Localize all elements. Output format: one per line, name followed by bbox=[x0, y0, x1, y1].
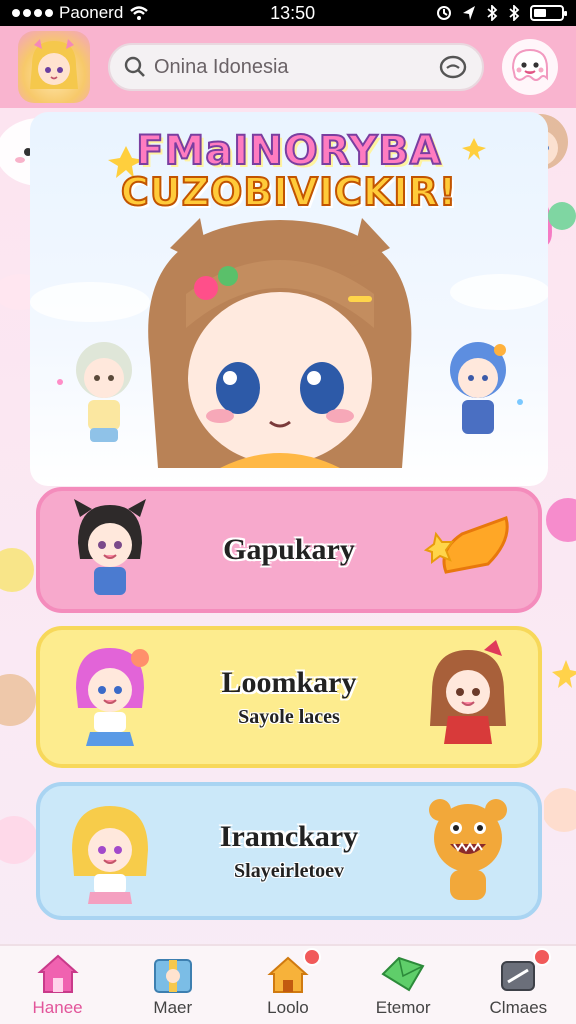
search-icon bbox=[124, 56, 145, 77]
voice-search-icon[interactable] bbox=[438, 54, 468, 80]
gift-icon bbox=[153, 959, 192, 993]
location-icon bbox=[462, 6, 475, 20]
avatar-girl-icon bbox=[30, 39, 78, 89]
card-subtitle: Sayole laces bbox=[238, 705, 340, 728]
notification-badge bbox=[533, 948, 552, 966]
nav-label: Hanee bbox=[32, 998, 83, 1017]
status-right bbox=[436, 5, 567, 21]
nav-item-etemor[interactable]: Etemor bbox=[348, 952, 458, 1018]
main-chibi-girl-illustration bbox=[148, 218, 412, 468]
carrier-name: Paonerd bbox=[59, 3, 124, 22]
card-text-iramckary: Iramckary Slayeirletoev bbox=[160, 820, 418, 883]
chibi-boy-left-illustration bbox=[76, 342, 132, 442]
category-card-iramckary[interactable]: Iramckary Slayeirletoev bbox=[36, 782, 542, 920]
card-title: Loomkary bbox=[221, 665, 357, 699]
bluetooth-icon bbox=[487, 5, 498, 21]
battery-icon bbox=[529, 5, 567, 21]
ghost-button[interactable] bbox=[502, 39, 558, 95]
search-bar[interactable]: Onina Idonesia bbox=[108, 43, 484, 91]
nav-label: Clmaes bbox=[489, 998, 548, 1017]
category-card-gapukary[interactable]: Gapukary bbox=[36, 487, 542, 613]
chibi-brown-hair-girl-illustration bbox=[430, 640, 506, 744]
star-rocket-icon bbox=[423, 516, 509, 574]
category-card-loomkary[interactable]: Loomkary Sayole laces bbox=[36, 626, 542, 768]
card-title: Iramckary bbox=[219, 819, 359, 853]
nav-item-hanee[interactable]: Hanee bbox=[3, 952, 113, 1018]
status-left: Paonerd bbox=[12, 3, 149, 23]
chibi-pink-hair-girl-illustration bbox=[76, 648, 149, 746]
nav-item-maer[interactable]: Maer bbox=[118, 952, 228, 1018]
wifi-icon bbox=[130, 6, 149, 20]
nav-label: Etemor bbox=[375, 998, 431, 1017]
status-bar: Paonerd 13:50 bbox=[0, 0, 576, 26]
card-title: Gapukary bbox=[223, 533, 355, 566]
nav-item-loolo[interactable]: Loolo bbox=[233, 948, 343, 1018]
clock-time: 13:50 bbox=[270, 2, 316, 23]
card-text-gapukary: Gapukary bbox=[160, 533, 418, 567]
app-header: Onina Idonesia bbox=[0, 26, 576, 108]
chibi-catboy-illustration bbox=[74, 499, 146, 595]
nav-label: Loolo bbox=[267, 998, 309, 1017]
search-input[interactable]: Onina Idonesia bbox=[154, 56, 430, 79]
card-subtitle: Slayeirletoev bbox=[234, 859, 344, 882]
chibi-blonde-girl-illustration bbox=[72, 806, 148, 904]
gem-icon bbox=[381, 956, 425, 992]
home-icon bbox=[36, 954, 79, 993]
profile-avatar[interactable] bbox=[18, 31, 90, 103]
bluetooth-icon-2 bbox=[509, 5, 520, 21]
hero-banner[interactable]: FMaINORYBA CUZOBIVICKIR! bbox=[30, 112, 548, 486]
alarm-icon bbox=[436, 6, 451, 20]
signal-icon bbox=[12, 9, 53, 17]
notification-badge bbox=[302, 948, 321, 966]
nav-label: Maer bbox=[153, 998, 193, 1017]
left-bottom-decoration bbox=[0, 548, 36, 864]
chibi-girl-right-illustration bbox=[450, 342, 506, 434]
right-bottom-decoration bbox=[544, 498, 576, 832]
hero-title-line1: FMaINORYBA bbox=[135, 127, 442, 175]
nav-item-clmaes[interactable]: Clmaes bbox=[463, 948, 573, 1018]
bottom-navigation: Hanee Maer Loolo Etemor Clmaes bbox=[0, 944, 576, 1024]
bear-monster-icon bbox=[429, 799, 507, 900]
card-text-loomkary: Loomkary Sayole laces bbox=[160, 666, 418, 729]
ghost-icon bbox=[511, 48, 548, 81]
